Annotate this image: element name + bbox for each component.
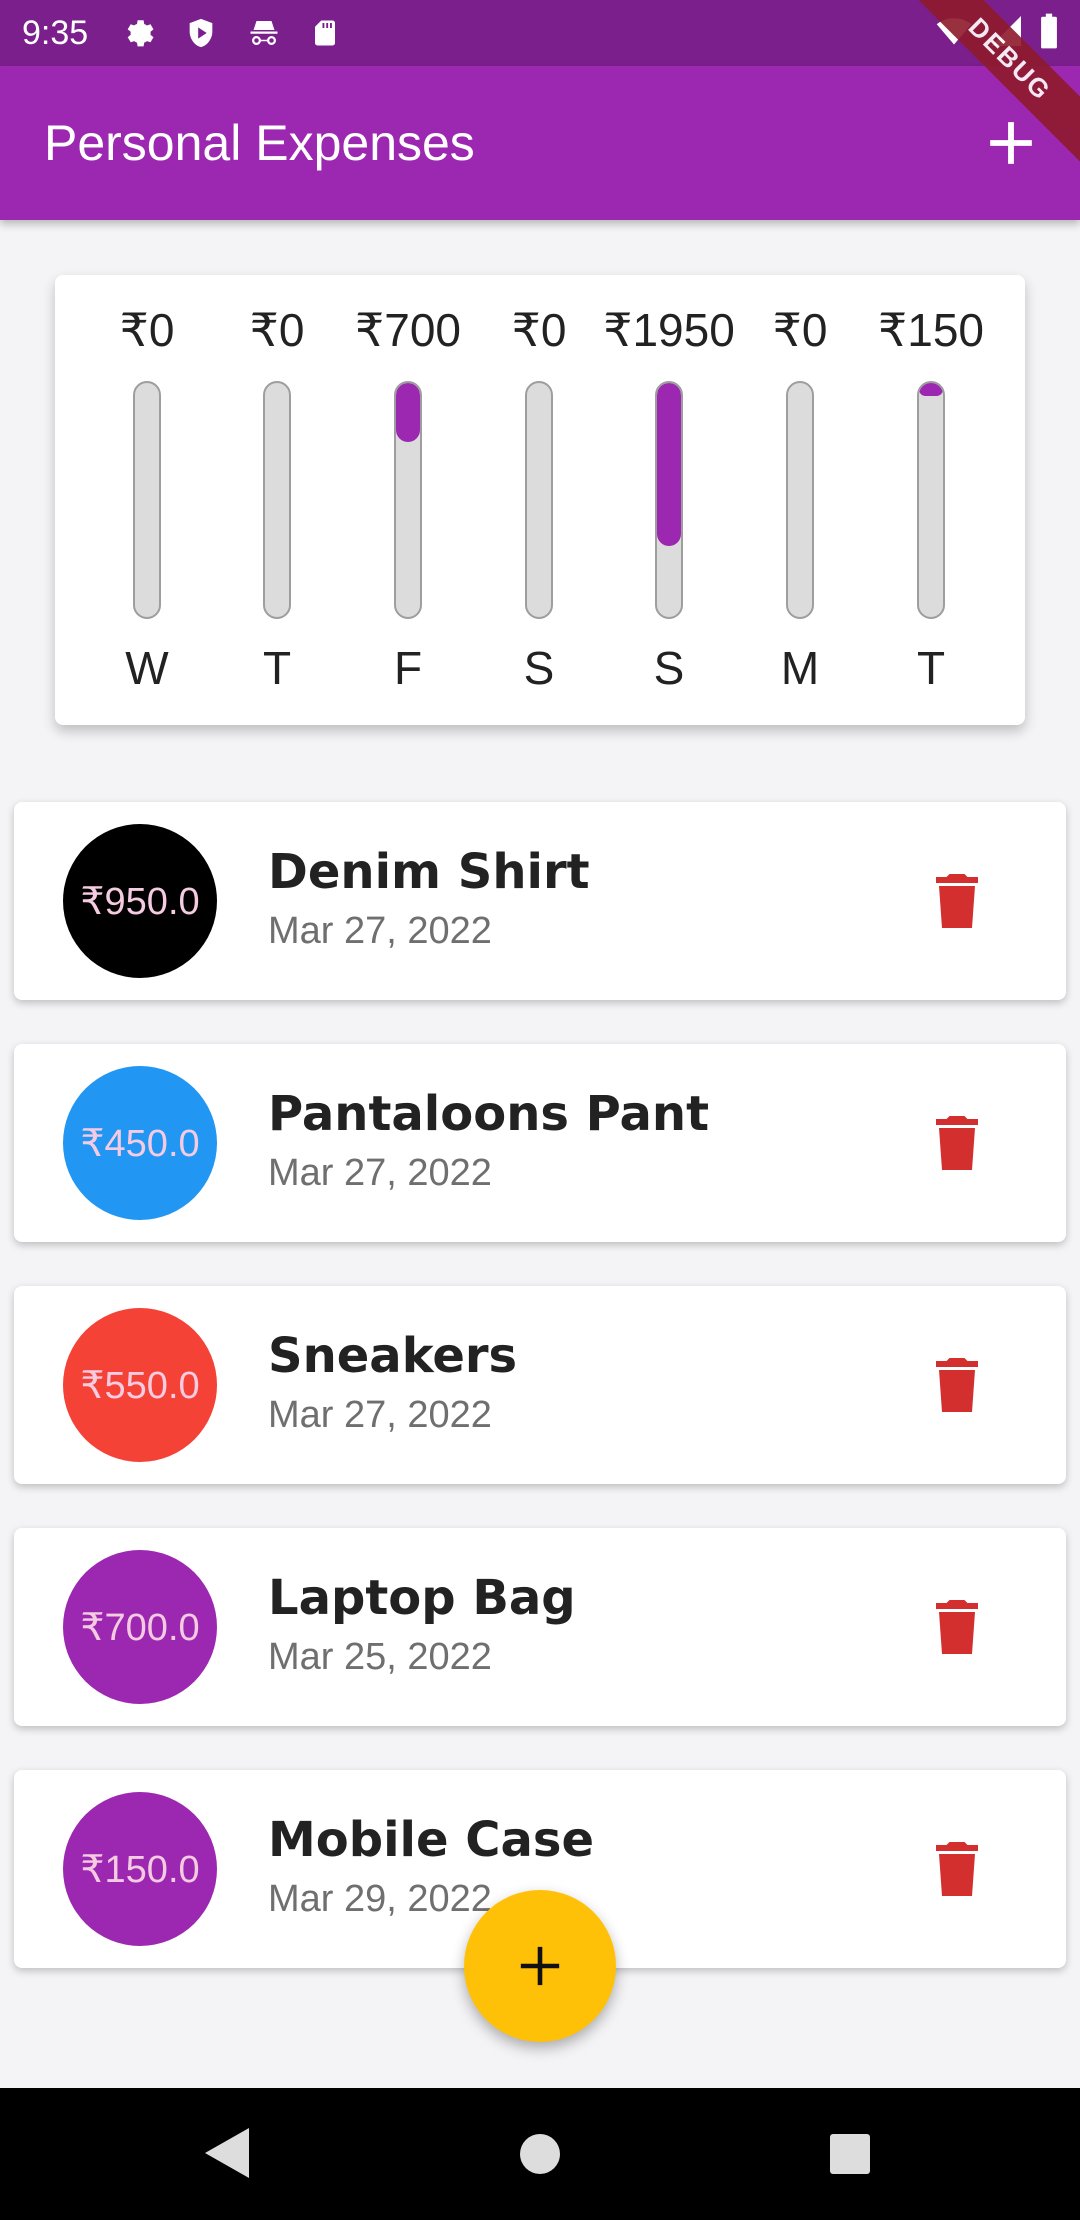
transaction-card: ₹700.0 Laptop Bag Mar 25, 2022 xyxy=(14,1528,1066,1726)
transaction-date: Mar 29, 2022 xyxy=(268,1878,492,1920)
transaction-date: Mar 25, 2022 xyxy=(268,1636,492,1678)
battery-icon xyxy=(1041,13,1057,49)
chart-bar xyxy=(394,381,422,619)
transaction-date: Mar 27, 2022 xyxy=(268,1394,492,1436)
chart-column: ₹150 T xyxy=(866,275,996,725)
chart-bar xyxy=(917,381,945,619)
chart-amount-label: ₹1950 xyxy=(603,304,735,356)
amount-avatar: ₹700.0 xyxy=(63,1550,217,1704)
incognito-icon xyxy=(250,21,278,45)
navigation-bar xyxy=(0,2088,1080,2220)
trash-icon[interactable] xyxy=(936,1116,978,1170)
trash-icon[interactable] xyxy=(936,1842,978,1896)
weekly-chart: ₹0 W ₹0 T ₹700 F ₹0 S ₹1950 S ₹0 M ₹150 T xyxy=(55,275,1025,725)
chart-day-label: T xyxy=(916,642,946,694)
transaction-title: Laptop Bag xyxy=(268,1570,576,1626)
chart-column: ₹0 M xyxy=(735,275,865,725)
app-title: Personal Expenses xyxy=(44,115,475,171)
transaction-card: ₹450.0 Pantaloons Pant Mar 27, 2022 xyxy=(14,1044,1066,1242)
chart-column: ₹0 S xyxy=(474,275,604,725)
chart-day-label: S xyxy=(523,642,555,694)
chart-column: ₹1950 S xyxy=(603,275,735,725)
chart-bar xyxy=(525,381,553,619)
transaction-title: Mobile Case xyxy=(268,1812,595,1868)
chart-day-label: T xyxy=(262,642,292,694)
app-bar: Personal Expenses xyxy=(0,66,1080,220)
chart-day-label: S xyxy=(653,642,685,694)
transaction-date: Mar 27, 2022 xyxy=(268,910,492,952)
chart-amount-label: ₹0 xyxy=(119,304,175,356)
amount-avatar: ₹950.0 xyxy=(63,824,217,978)
transaction-title: Sneakers xyxy=(268,1328,518,1384)
transaction-title: Denim Shirt xyxy=(268,844,590,900)
trash-icon[interactable] xyxy=(936,1358,978,1412)
home-icon[interactable] xyxy=(519,2133,561,2175)
chart-amount-label: ₹0 xyxy=(249,304,305,356)
amount-avatar: ₹550.0 xyxy=(63,1308,217,1462)
screen: 9:35 Personal Expenses DEBUG ₹0 W ₹0 T ₹700 F… xyxy=(0,0,1080,2220)
transaction-date: Mar 27, 2022 xyxy=(268,1152,492,1194)
chart-bar xyxy=(133,381,161,619)
chart-bar-fill xyxy=(396,383,420,442)
chart-amount-label: ₹0 xyxy=(511,304,567,356)
shield-icon xyxy=(189,18,213,48)
trash-icon[interactable] xyxy=(936,874,978,928)
amount-avatar: ₹150.0 xyxy=(63,1792,217,1946)
chart-day-label: W xyxy=(125,642,169,694)
status-bar: 9:35 xyxy=(0,0,1080,66)
status-icons xyxy=(122,15,340,51)
amount-avatar: ₹450.0 xyxy=(63,1066,217,1220)
sd-card-icon xyxy=(315,20,336,46)
chart-bar-fill xyxy=(919,383,943,396)
chart-day-label: F xyxy=(393,642,423,694)
back-icon[interactable] xyxy=(205,2128,249,2178)
chart-column: ₹0 W xyxy=(82,275,212,725)
chart-day-label: M xyxy=(780,642,820,694)
recents-icon[interactable] xyxy=(829,2133,871,2175)
status-time: 9:35 xyxy=(22,13,89,52)
transaction-title: Pantaloons Pant xyxy=(268,1086,710,1142)
trash-icon[interactable] xyxy=(936,1600,978,1654)
chart-bar xyxy=(786,381,814,619)
chart-bar-fill xyxy=(657,383,681,546)
chart-amount-label: ₹700 xyxy=(354,304,461,356)
transaction-card: ₹550.0 Sneakers Mar 27, 2022 xyxy=(14,1286,1066,1484)
plus-icon xyxy=(520,1946,560,1986)
chart-bar xyxy=(263,381,291,619)
chart-column: ₹700 F xyxy=(343,275,473,725)
chart-amount-label: ₹150 xyxy=(877,304,984,356)
chart-bar xyxy=(655,381,683,619)
chart-amount-label: ₹0 xyxy=(772,304,828,356)
chart-column: ₹0 T xyxy=(212,275,342,725)
add-transaction-fab[interactable] xyxy=(464,1890,616,2042)
plus-icon[interactable] xyxy=(986,118,1036,168)
gear-icon xyxy=(127,20,154,47)
transaction-card: ₹950.0 Denim Shirt Mar 27, 2022 xyxy=(14,802,1066,1000)
